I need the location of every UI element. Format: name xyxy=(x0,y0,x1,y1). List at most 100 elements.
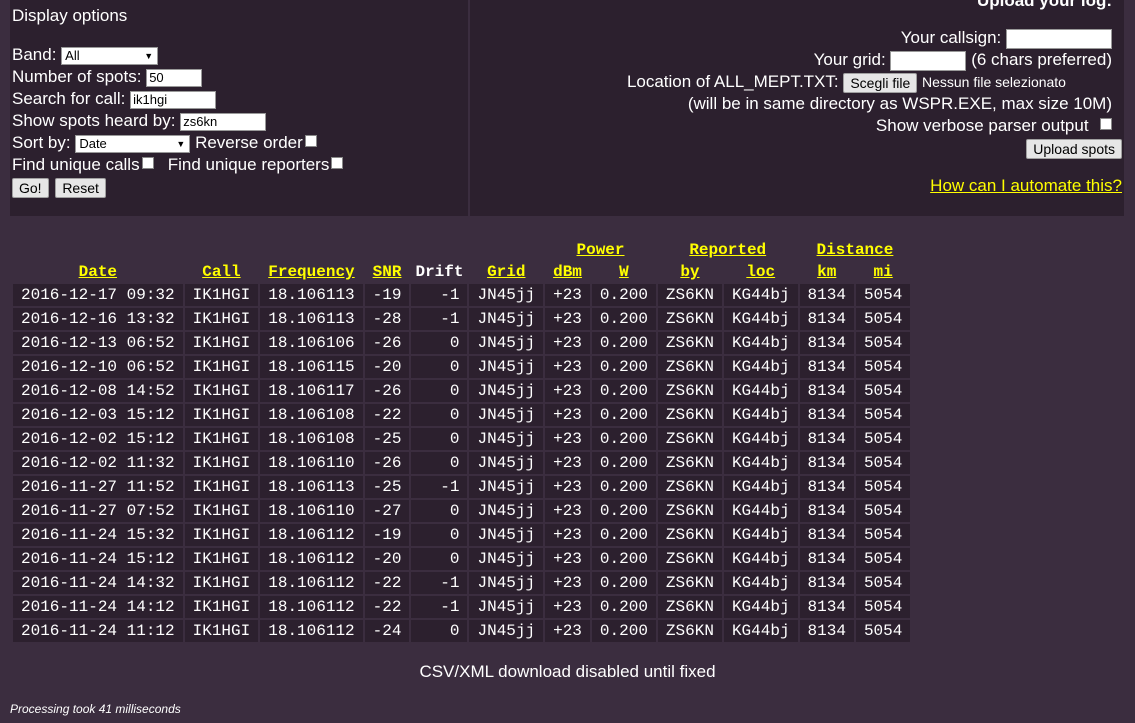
km-cell: 8134 xyxy=(799,284,854,306)
group-header-row: Power Reported Distance xyxy=(13,240,910,260)
mi-cell: 5054 xyxy=(855,572,911,594)
snr-column-header[interactable]: SNR xyxy=(365,262,410,282)
unique-calls-checkbox[interactable] xyxy=(141,157,154,169)
reporter-loc-cell: KG44bj xyxy=(723,596,798,618)
sort-label: Sort by: xyxy=(12,133,71,152)
callsign-input[interactable] xyxy=(1006,28,1112,49)
watts-column-header[interactable]: W xyxy=(592,262,656,282)
reported-by-cell: ZS6KN xyxy=(657,428,722,450)
heard-by-input[interactable] xyxy=(180,112,267,131)
band-row: Band: All ▼ xyxy=(12,45,159,65)
dbm-cell: +23 xyxy=(545,404,590,426)
reported-by-column-header[interactable]: by xyxy=(658,262,722,282)
dbm-column-header[interactable]: dBm xyxy=(545,262,590,282)
grid-cell: JN45jj xyxy=(469,620,544,642)
frequency-cell: 18.106113 xyxy=(260,476,363,498)
reporter-loc-cell: KG44bj xyxy=(723,356,798,378)
mi-cell: 5054 xyxy=(855,332,911,354)
grid-hint: (6 chars preferred) xyxy=(971,50,1112,69)
date-cell: 2016-11-24 14:32 xyxy=(13,572,183,594)
table-row: 2016-12-02 15:12 IK1HGI 18.106108 -25 0 JN45j… xyxy=(13,428,911,450)
spots-table: Power Reported Distance Date Call Freque… xyxy=(11,238,912,644)
search-call-input[interactable] xyxy=(130,90,217,109)
callsign-row: Your callsign: xyxy=(901,28,1112,49)
display-options-panel: Display options Band: All ▼ Number of sp… xyxy=(10,0,468,216)
dbm-cell: +23 xyxy=(545,284,590,306)
reset-button[interactable]: Reset xyxy=(55,177,106,198)
reported-by-cell: ZS6KN xyxy=(657,332,722,354)
distance-group-header[interactable]: Distance xyxy=(800,240,911,260)
grid-column-header[interactable]: Grid xyxy=(469,262,543,282)
snr-cell: -27 xyxy=(364,500,410,522)
mi-cell: 5054 xyxy=(855,476,911,498)
frequency-cell: 18.106117 xyxy=(260,380,363,402)
grid-cell: JN45jj xyxy=(469,572,544,594)
grid-input[interactable] xyxy=(890,50,967,71)
automate-link[interactable]: How can I automate this? xyxy=(930,176,1122,195)
table-row: 2016-11-24 14:32 IK1HGI 18.106112 -22 -1 JN45… xyxy=(13,572,911,594)
drift-cell: 0 xyxy=(411,356,468,378)
band-select[interactable]: All ▼ xyxy=(61,46,159,65)
reporter-loc-column-header[interactable]: loc xyxy=(724,262,798,282)
frequency-column-header[interactable]: Frequency xyxy=(260,262,362,282)
call-cell: IK1HGI xyxy=(184,572,259,594)
reported-by-cell: ZS6KN xyxy=(657,524,722,546)
km-cell: 8134 xyxy=(799,572,854,594)
watts-cell: 0.200 xyxy=(591,332,656,354)
grid-cell: JN45jj xyxy=(469,596,544,618)
watts-cell: 0.200 xyxy=(591,356,656,378)
choose-file-button[interactable]: Scegli file xyxy=(843,72,918,93)
sort-select[interactable]: Date ▼ xyxy=(75,134,191,153)
drift-cell: 0 xyxy=(411,620,468,642)
table-row: 2016-11-27 07:52 IK1HGI 18.106110 -27 0 JN45j… xyxy=(13,500,911,522)
heard-by-row: Show spots heard by: xyxy=(12,111,267,131)
file-location-row: Location of ALL_MEPT.TXT: Scegli file Ne… xyxy=(627,72,1112,93)
date-cell: 2016-11-24 11:12 xyxy=(13,620,183,642)
call-cell: IK1HGI xyxy=(184,500,259,522)
column-header-row: Date Call Frequency SNR Drift Grid dBm W… xyxy=(13,262,910,282)
power-group-header[interactable]: Power xyxy=(545,240,656,260)
mi-cell: 5054 xyxy=(855,620,911,642)
date-cell: 2016-11-24 15:12 xyxy=(13,548,183,570)
dbm-cell: +23 xyxy=(545,572,590,594)
km-cell: 8134 xyxy=(799,476,854,498)
callsign-label: Your callsign: xyxy=(900,28,1002,47)
call-cell: IK1HGI xyxy=(184,332,259,354)
km-column-header[interactable]: km xyxy=(800,262,854,282)
upload-spots-button[interactable]: Upload spots xyxy=(1026,138,1122,159)
verbose-checkbox[interactable] xyxy=(1100,118,1112,130)
table-row: 2016-12-13 06:52 IK1HGI 18.106106 -26 0 JN45j… xyxy=(13,332,911,354)
reported-by-cell: ZS6KN xyxy=(657,452,722,474)
snr-cell: -19 xyxy=(364,524,410,546)
mi-cell: 5054 xyxy=(855,356,911,378)
reported-by-cell: ZS6KN xyxy=(657,356,722,378)
drift-column-header: Drift xyxy=(415,263,464,281)
reverse-order-checkbox[interactable] xyxy=(304,135,317,147)
call-cell: IK1HGI xyxy=(184,524,259,546)
call-cell: IK1HGI xyxy=(184,284,259,306)
snr-cell: -22 xyxy=(364,572,410,594)
drift-cell: 0 xyxy=(411,404,468,426)
table-row: 2016-12-16 13:32 IK1HGI 18.106113 -28 -1 JN45… xyxy=(13,308,911,330)
km-cell: 8134 xyxy=(799,452,854,474)
grid-cell: JN45jj xyxy=(469,404,544,426)
reported-by-cell: ZS6KN xyxy=(657,596,722,618)
go-button[interactable]: Go! xyxy=(12,177,49,198)
reported-group-header[interactable]: Reported xyxy=(658,240,798,260)
call-column-header[interactable]: Call xyxy=(185,262,259,282)
unique-reporters-checkbox[interactable] xyxy=(331,157,344,169)
table-row: 2016-11-27 11:52 IK1HGI 18.106113 -25 -1 JN45… xyxy=(13,476,911,498)
drift-cell: 0 xyxy=(411,428,468,450)
date-column-header[interactable]: Date xyxy=(13,262,183,282)
drift-cell: 0 xyxy=(411,524,468,546)
frequency-cell: 18.106113 xyxy=(260,284,363,306)
reporter-loc-cell: KG44bj xyxy=(723,404,798,426)
grid-row: Your grid: (6 chars preferred) xyxy=(814,50,1112,71)
grid-cell: JN45jj xyxy=(469,356,544,378)
mi-column-header[interactable]: mi xyxy=(856,262,910,282)
mi-cell: 5054 xyxy=(855,308,911,330)
display-options-title: Display options xyxy=(12,6,128,25)
frequency-cell: 18.106112 xyxy=(260,524,363,546)
num-spots-input[interactable] xyxy=(146,68,203,87)
km-cell: 8134 xyxy=(799,596,854,618)
